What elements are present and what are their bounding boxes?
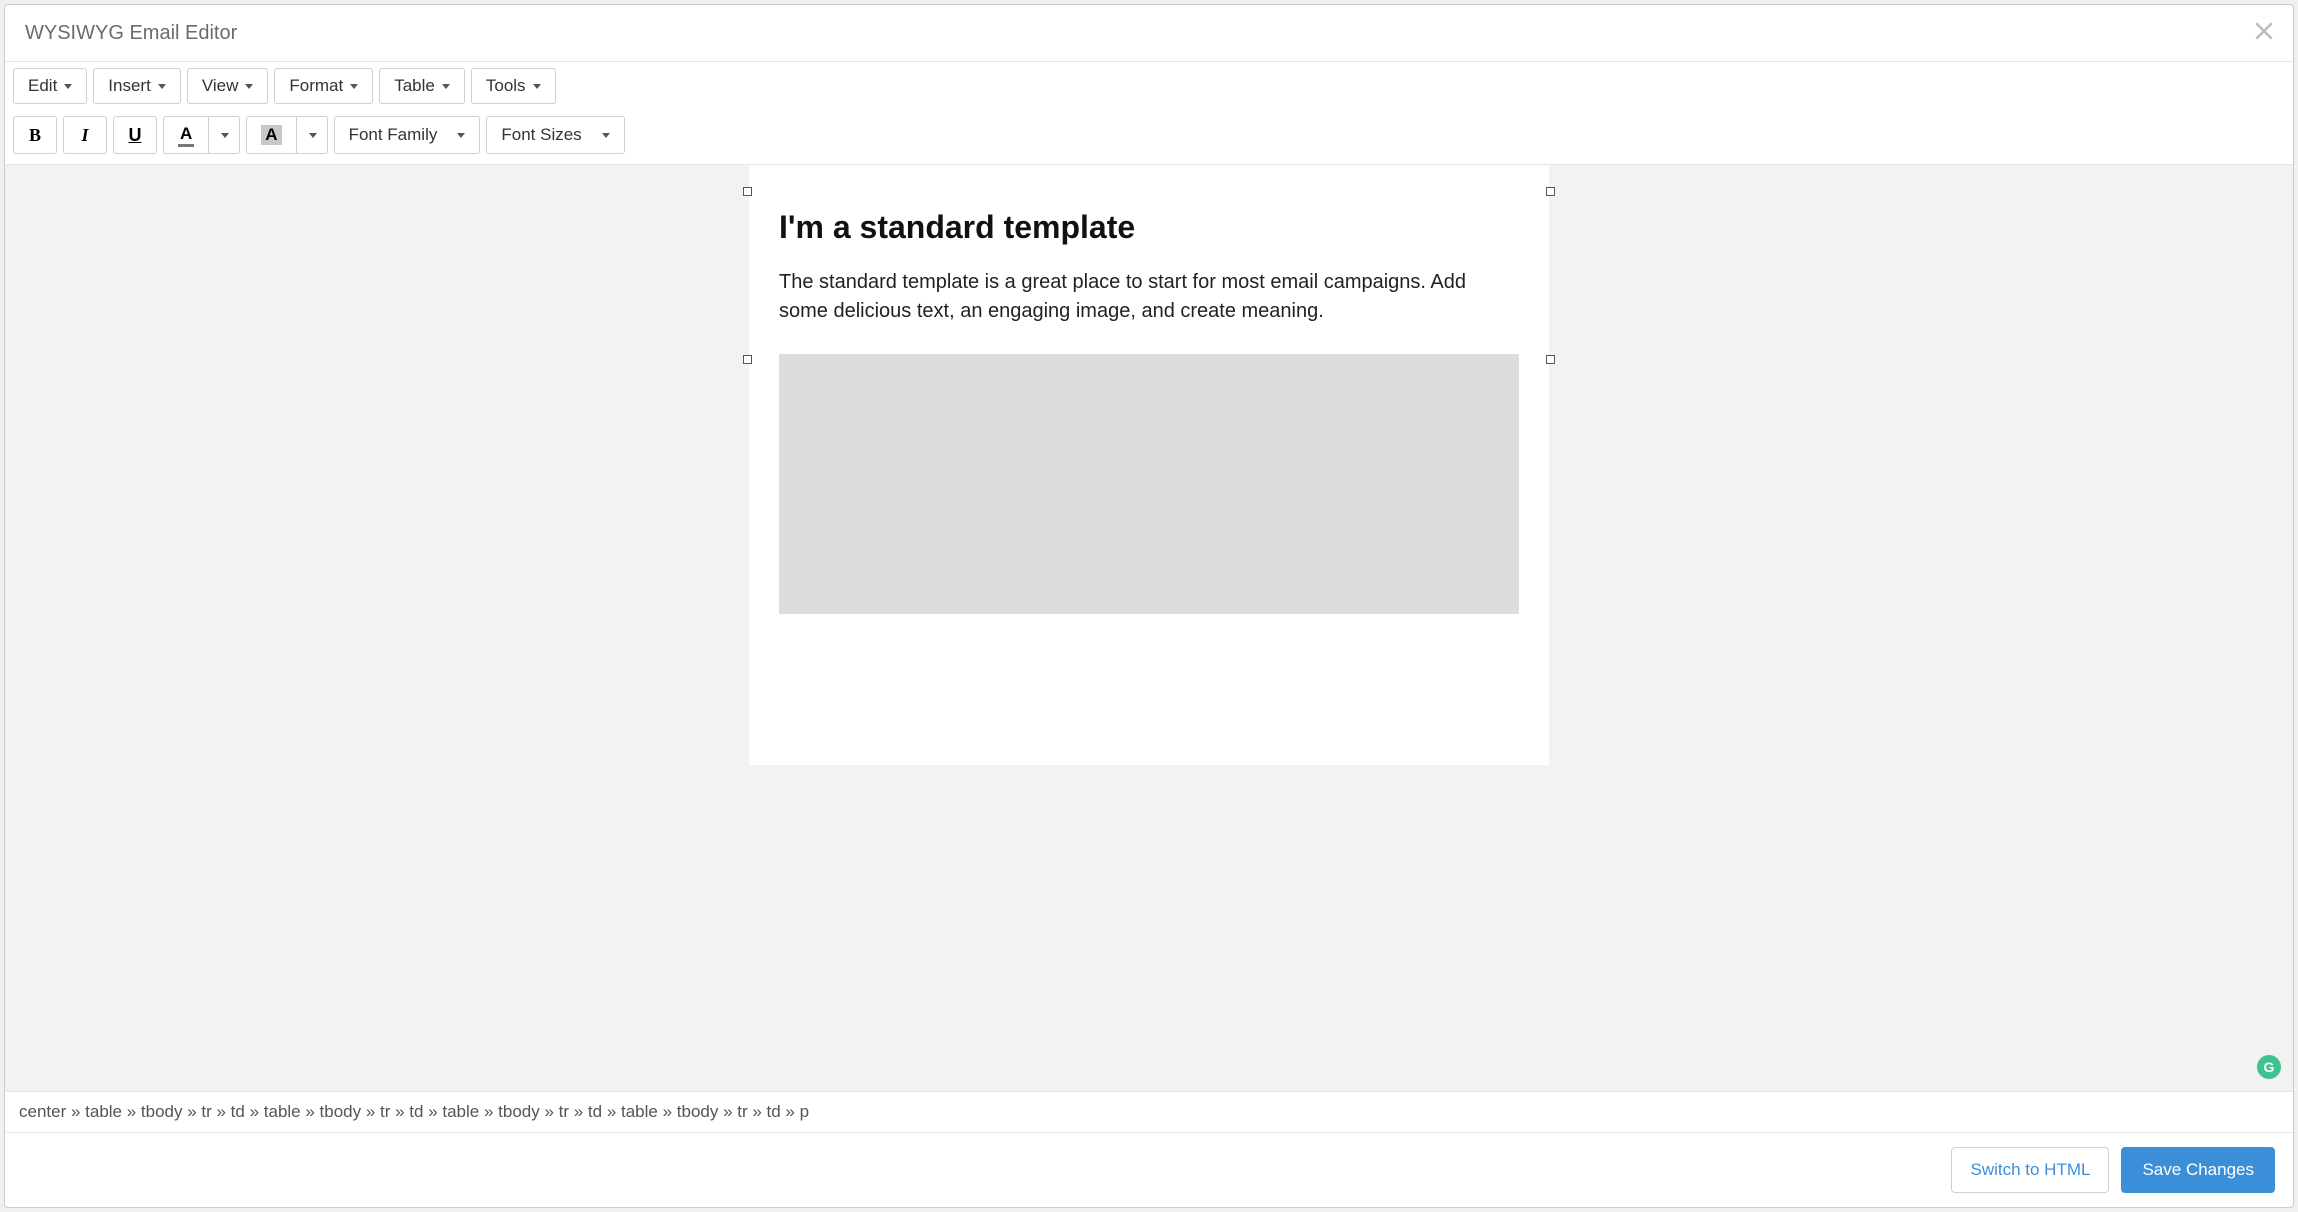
menu-edit-label: Edit [28,76,57,96]
menu-table-label: Table [394,76,435,96]
underline-button[interactable]: U [113,116,157,154]
menu-view[interactable]: View [187,68,269,104]
menu-insert-label: Insert [108,76,151,96]
caret-icon [602,133,610,138]
page-content[interactable]: I'm a standard template The standard tem… [749,165,1549,614]
text-color-group: A [163,116,240,154]
caret-icon [221,133,229,138]
menu-format[interactable]: Format [274,68,373,104]
resize-handle-icon[interactable] [743,187,752,196]
caret-icon [64,84,72,89]
modal-footer: Switch to HTML Save Changes [5,1132,2293,1207]
underline-icon: U [129,125,142,146]
grammarly-glyph: G [2264,1059,2275,1075]
menu-tools[interactable]: Tools [471,68,556,104]
caret-icon [457,133,465,138]
menubar: Edit Insert View Format Table Tools [5,61,2293,110]
resize-handle-icon[interactable] [1546,355,1555,364]
switch-to-html-button[interactable]: Switch to HTML [1951,1147,2109,1193]
menu-format-label: Format [289,76,343,96]
menu-view-label: View [202,76,239,96]
bg-color-group: A [246,116,327,154]
italic-button[interactable]: I [63,116,107,154]
italic-icon: I [81,125,88,146]
document-paragraph[interactable]: The standard template is a great place t… [779,268,1519,326]
editor-canvas[interactable]: I'm a standard template The standard tem… [5,165,2293,1091]
caret-icon [158,84,166,89]
editor-modal: WYSIWYG Email Editor Edit Insert View Fo… [4,4,2294,1208]
caret-icon [533,84,541,89]
bg-color-dropdown[interactable] [296,116,328,154]
element-path[interactable]: center » table » tbody » tr » td » table… [19,1102,809,1121]
caret-icon [442,84,450,89]
bold-button[interactable]: B [13,116,57,154]
save-changes-button[interactable]: Save Changes [2121,1147,2275,1193]
font-size-label: Font Sizes [501,125,581,145]
bg-color-button[interactable]: A [246,116,295,154]
element-path-statusbar[interactable]: center » table » tbody » tr » td » table… [5,1091,2293,1132]
modal-title: WYSIWYG Email Editor [25,22,237,45]
menu-edit[interactable]: Edit [13,68,87,104]
format-toolbar: B I U A A Font Family Font Sizes [5,110,2293,165]
bold-icon: B [29,125,41,146]
close-icon[interactable] [2255,21,2273,45]
font-size-select[interactable]: Font Sizes [486,116,624,154]
font-family-label: Font Family [349,125,438,145]
image-placeholder[interactable] [779,354,1519,614]
text-color-button[interactable]: A [163,116,208,154]
document-heading[interactable]: I'm a standard template [779,209,1519,246]
resize-handle-icon[interactable] [743,355,752,364]
menu-tools-label: Tools [486,76,526,96]
grammarly-icon[interactable]: G [2257,1055,2281,1079]
bg-color-icon: A [261,125,281,145]
text-color-icon: A [178,124,194,147]
modal-header: WYSIWYG Email Editor [5,5,2293,61]
menu-table[interactable]: Table [379,68,465,104]
text-color-dropdown[interactable] [208,116,240,154]
caret-icon [309,133,317,138]
caret-icon [245,84,253,89]
email-page[interactable]: I'm a standard template The standard tem… [749,165,1549,765]
menu-insert[interactable]: Insert [93,68,181,104]
font-family-select[interactable]: Font Family [334,116,481,154]
caret-icon [350,84,358,89]
resize-handle-icon[interactable] [1546,187,1555,196]
